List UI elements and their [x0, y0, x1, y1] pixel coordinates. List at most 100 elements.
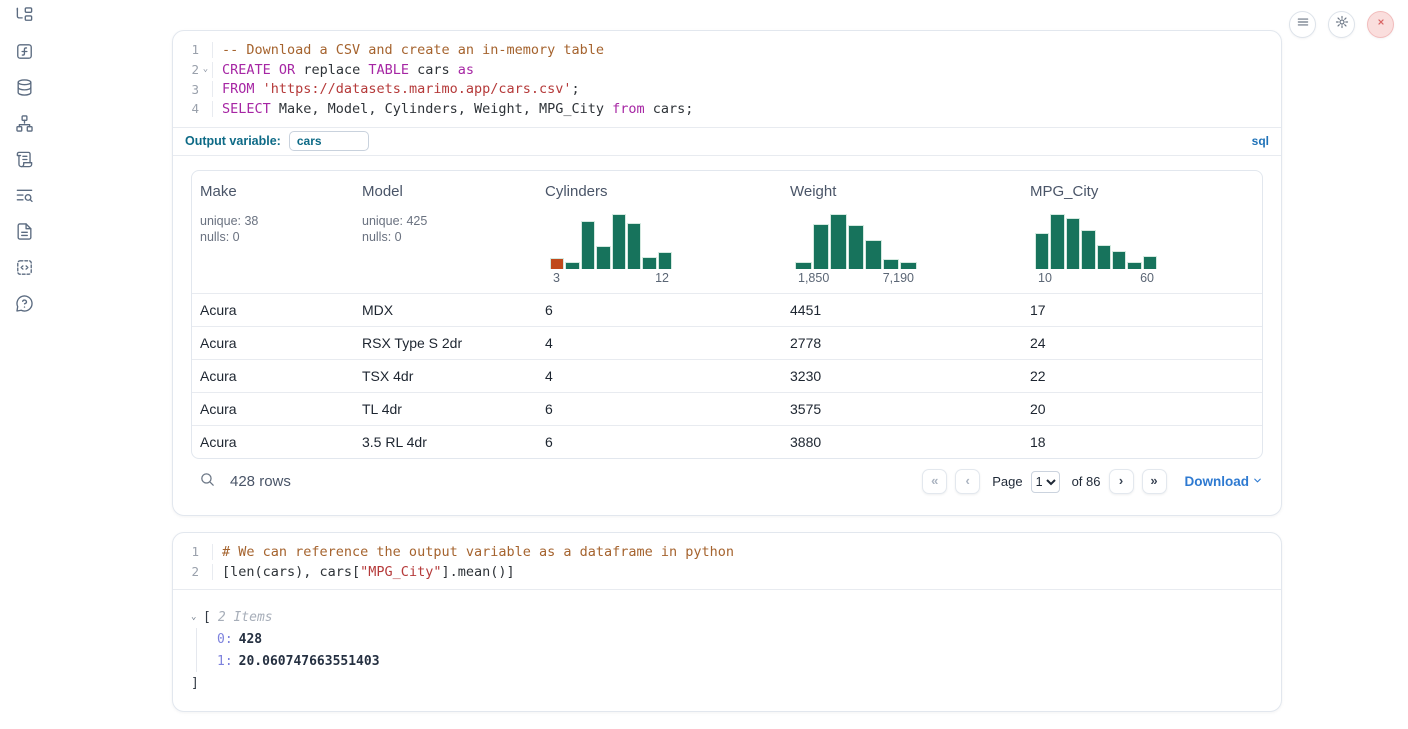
table-cell: MDX [354, 302, 537, 318]
line-number: 4 [173, 101, 199, 116]
histogram-axis-labels: 1060 [1035, 269, 1157, 285]
code-line[interactable]: 2[len(cars), cars["MPG_City"].mean()] [173, 562, 1281, 582]
help-button[interactable] [0, 288, 48, 324]
table-cell: 3880 [782, 434, 1022, 450]
table-row[interactable]: AcuraMDX6445117 [192, 293, 1262, 326]
first-page-button[interactable]: « [922, 469, 947, 494]
histogram-cylinders[interactable] [550, 213, 672, 269]
stat-nulls: nulls: 0 [200, 229, 354, 246]
stat-unique: unique: 425 [362, 213, 537, 230]
file-text-icon [15, 222, 34, 246]
token-kw: CREATE [222, 62, 271, 78]
sidebar [0, 0, 48, 729]
table-cell: 3.5 RL 4dr [354, 434, 537, 450]
column-title: Weight [790, 183, 1022, 200]
code-line[interactable]: 4SELECT Make, Model, Cylinders, Weight, … [173, 99, 1281, 119]
sql-code-editor[interactable]: 1-- Download a CSV and create an in-memo… [173, 31, 1281, 127]
token-kw: FROM [222, 81, 255, 97]
column-header-model[interactable]: Model unique: 425nulls: 0 [354, 171, 537, 293]
documentation-button[interactable] [0, 216, 48, 252]
table-cell: Acura [192, 302, 354, 318]
dependency-graph-button[interactable] [0, 108, 48, 144]
page-select[interactable]: 1 [1031, 471, 1060, 493]
token-kw: SELECT [222, 101, 271, 117]
python-code-editor[interactable]: 1# We can reference the output variable … [173, 533, 1281, 589]
next-page-button[interactable]: › [1109, 469, 1134, 494]
token-kw: TABLE [368, 62, 409, 78]
table-cell: 17 [1022, 302, 1262, 318]
table-output: Makeunique: 38nulls: 0Modelunique: 425nu… [173, 156, 1281, 459]
tree-entry-key: 0: [217, 632, 233, 647]
column-header-cylinders[interactable]: Cylinders312 [537, 171, 782, 293]
token-plain: cars [409, 62, 458, 78]
table-row[interactable]: AcuraTL 4dr6357520 [192, 392, 1262, 425]
table-cell: 24 [1022, 335, 1262, 351]
scratchpad-button[interactable] [0, 144, 48, 180]
settings-button[interactable] [1328, 11, 1355, 38]
download-button[interactable]: Download [1185, 474, 1264, 489]
page-label: Page [992, 474, 1022, 489]
code-line[interactable]: 1# We can reference the output variable … [173, 542, 1281, 562]
table-cell: 6 [537, 434, 782, 450]
table-cell: 4 [537, 368, 782, 384]
snippets-button[interactable] [0, 252, 48, 288]
tree-entry-value: 20.060747663551403 [239, 654, 380, 669]
tree-open-bracket: [ [203, 610, 211, 625]
notebook-menu-button[interactable] [1289, 11, 1316, 38]
code-text: # We can reference the output variable a… [212, 544, 734, 560]
tree-entry-key: 1: [217, 654, 233, 669]
code-line[interactable]: 1-- Download a CSV and create an in-memo… [173, 40, 1281, 60]
table-cell: Acura [192, 335, 354, 351]
histogram-bar [1143, 256, 1157, 269]
histogram-bar [1050, 214, 1064, 269]
code-line[interactable]: 3FROM 'https://datasets.marimo.app/cars.… [173, 79, 1281, 99]
tree-entry[interactable]: 1: 20.060747663551403 [217, 650, 1265, 672]
table-row[interactable]: AcuraRSX Type S 2dr4277824 [192, 326, 1262, 359]
histogram-bar [596, 246, 610, 269]
column-header-make[interactable]: Makeunique: 38nulls: 0 [192, 171, 354, 293]
table-header: Makeunique: 38nulls: 0Modelunique: 425nu… [192, 171, 1262, 293]
shutdown-button[interactable] [1367, 11, 1394, 38]
network-icon [15, 114, 34, 138]
help-circle-icon [15, 294, 34, 318]
table-cell: 22 [1022, 368, 1262, 384]
histogram-bar [627, 223, 641, 269]
language-badge[interactable]: sql [1252, 134, 1269, 148]
table-footer: 428 rows « ‹ Page 1 of 86 › » Download [173, 459, 1281, 505]
tree-entry[interactable]: 0:428 [217, 628, 1265, 650]
tree-collapse-icon[interactable]: ⌄ [191, 612, 203, 622]
token-plain [271, 62, 279, 78]
line-number: 1 [173, 42, 199, 57]
datasources-button[interactable] [0, 72, 48, 108]
prev-page-button[interactable]: ‹ [955, 469, 980, 494]
column-stats: unique: 38nulls: 0 [200, 213, 354, 246]
histogram-bar [612, 214, 626, 269]
table-row[interactable]: Acura3.5 RL 4dr6388018 [192, 425, 1262, 458]
column-stats: unique: 425nulls: 0 [362, 213, 537, 246]
file-explorer-button[interactable] [0, 0, 48, 36]
code-text: CREATE OR replace TABLE cars as [212, 62, 474, 78]
histogram-weight[interactable] [795, 213, 917, 269]
table-cell: 3230 [782, 368, 1022, 384]
column-title: Model [362, 183, 537, 200]
output-variable-row: Output variable: sql [173, 127, 1281, 156]
code-text: FROM 'https://datasets.marimo.app/cars.c… [212, 81, 580, 97]
spacer [545, 200, 782, 213]
fold-chevron-icon[interactable]: ⌄ [199, 65, 212, 74]
code-line[interactable]: 2⌄CREATE OR replace TABLE cars as [173, 60, 1281, 80]
table-cell: 3575 [782, 401, 1022, 417]
logs-button[interactable] [0, 180, 48, 216]
histogram-axis-labels: 312 [550, 269, 672, 285]
column-header-weight[interactable]: Weight1,8507,190 [782, 171, 1022, 293]
histogram-mpg_city[interactable] [1035, 213, 1157, 269]
column-header-mpg_city[interactable]: MPG_City1060 [1022, 171, 1262, 293]
last-page-button[interactable]: » [1142, 469, 1167, 494]
topbar [1289, 11, 1394, 38]
output-variable-input[interactable] [289, 131, 369, 151]
table-row[interactable]: AcuraTSX 4dr4323022 [192, 359, 1262, 392]
line-number: 2 [173, 564, 199, 579]
histogram-bar [830, 214, 847, 269]
table-cell: 6 [537, 401, 782, 417]
variables-button[interactable] [0, 36, 48, 72]
search-icon[interactable] [199, 471, 216, 493]
